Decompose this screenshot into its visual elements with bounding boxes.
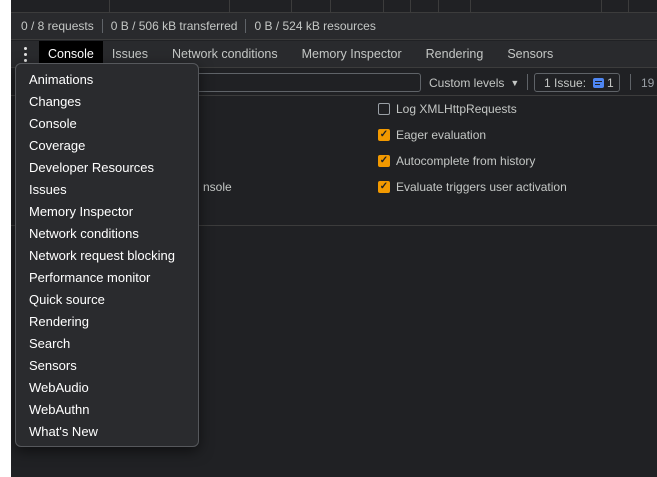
- tab-rendering[interactable]: Rendering: [417, 41, 493, 67]
- menu-item-network-request-blocking[interactable]: Network request blocking: [16, 245, 198, 267]
- summary-divider: [101, 19, 103, 33]
- devtools-drawer: 0 / 8 requests 0 B / 506 kB transferred …: [11, 0, 657, 477]
- tab-memory-inspector[interactable]: Memory Inspector: [293, 41, 411, 67]
- log-levels-dropdown[interactable]: Custom levels ▼: [429, 73, 519, 92]
- menu-item-whats-new[interactable]: What's New: [16, 421, 198, 443]
- more-tools-menu: Animations Changes Console Coverage Deve…: [15, 63, 199, 447]
- resources-size: 0 B / 524 kB resources: [254, 19, 376, 33]
- network-summary-bar: 0 / 8 requests 0 B / 506 kB transferred …: [11, 13, 657, 40]
- caret-down-icon: ▼: [510, 77, 520, 88]
- setting-label-partial: nsole: [203, 180, 232, 194]
- checkbox-unchecked[interactable]: [378, 103, 390, 115]
- menu-item-console[interactable]: Console: [16, 113, 198, 135]
- toolbar-divider: [527, 74, 528, 90]
- menu-item-animations[interactable]: Animations: [16, 69, 198, 91]
- menu-item-performance-monitor[interactable]: Performance monitor: [16, 267, 198, 289]
- console-filter-input[interactable]: [191, 73, 421, 92]
- menu-item-webaudio[interactable]: WebAudio: [16, 377, 198, 399]
- setting-evaluate-triggers-user-activation[interactable]: ✓ Evaluate triggers user activation: [378, 178, 567, 196]
- setting-eager-evaluation[interactable]: ✓ Eager evaluation: [378, 126, 486, 144]
- menu-item-sensors[interactable]: Sensors: [16, 355, 198, 377]
- setting-label: Log XMLHttpRequests: [396, 102, 517, 116]
- menu-item-rendering[interactable]: Rendering: [16, 311, 198, 333]
- transferred-size: 0 B / 506 kB transferred: [110, 19, 238, 33]
- requests-count: 0 / 8 requests: [21, 19, 94, 33]
- log-levels-label: Custom levels: [429, 75, 505, 90]
- menu-item-memory-inspector[interactable]: Memory Inspector: [16, 201, 198, 223]
- menu-item-quick-source[interactable]: Quick source: [16, 289, 198, 311]
- issues-label: 1 Issue:: [544, 75, 587, 90]
- menu-item-search[interactable]: Search: [16, 333, 198, 355]
- menu-item-webauthn[interactable]: WebAuthn: [16, 399, 198, 421]
- setting-log-xmlhttprequests[interactable]: Log XMLHttpRequests: [378, 100, 517, 118]
- setting-label: Autocomplete from history: [396, 154, 536, 168]
- setting-autocomplete-from-history[interactable]: ✓ Autocomplete from history: [378, 152, 535, 170]
- hidden-messages-count: 19: [641, 75, 655, 90]
- menu-item-changes[interactable]: Changes: [16, 91, 198, 113]
- setting-label: Eager evaluation: [396, 128, 487, 142]
- menu-item-network-conditions[interactable]: Network conditions: [16, 223, 198, 245]
- network-columns-strip: [11, 0, 657, 13]
- checkbox-checked-icon[interactable]: ✓: [378, 181, 390, 193]
- issues-counter-button[interactable]: 1 Issue: 1: [534, 73, 620, 92]
- issues-count: 1: [607, 75, 614, 90]
- issue-message-icon: [593, 77, 605, 88]
- checkbox-checked-icon[interactable]: ✓: [378, 155, 390, 167]
- setting-label: Evaluate triggers user activation: [396, 180, 567, 194]
- menu-item-developer-resources[interactable]: Developer Resources: [16, 157, 198, 179]
- toolbar-divider: [630, 74, 631, 90]
- tab-sensors[interactable]: Sensors: [498, 41, 562, 67]
- summary-divider: [245, 19, 247, 33]
- checkbox-checked-icon[interactable]: ✓: [378, 129, 390, 141]
- menu-item-coverage[interactable]: Coverage: [16, 135, 198, 157]
- menu-item-issues[interactable]: Issues: [16, 179, 198, 201]
